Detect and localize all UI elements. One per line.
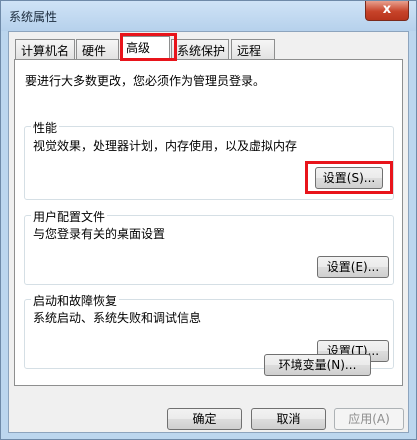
user-profiles-title: 用户配置文件	[31, 208, 108, 225]
tab-hardware[interactable]: 硬件	[76, 39, 119, 59]
admin-notice: 要进行大多数更改，您必须作为管理员登录。	[25, 74, 266, 88]
tab-remote[interactable]: 远程	[231, 39, 275, 59]
startup-recovery-title: 启动和故障恢复	[31, 292, 120, 309]
user-profiles-settings-button[interactable]: 设置(E)...	[317, 256, 389, 278]
environment-variables-button[interactable]: 环境变量(N)...	[264, 354, 371, 376]
title-bar[interactable]: 系统属性	[1, 1, 416, 31]
cancel-button[interactable]: 取消	[251, 408, 326, 430]
performance-settings-button[interactable]: 设置(S)...	[315, 167, 383, 189]
apply-button[interactable]: 应用(A)	[334, 408, 404, 430]
tab-system-protection[interactable]: 系统保护	[171, 39, 229, 59]
tab-advanced[interactable]: 高级	[120, 36, 170, 60]
dialog-client: 计算机名 硬件 高级 系统保护 远程 要进行大多数更改，您必须作为管理员登录。 …	[8, 31, 409, 433]
close-button[interactable]: x	[365, 1, 409, 21]
performance-group: 性能 视觉效果，处理器计划，内存使用，以及虚拟内存 设置(S)...	[24, 119, 394, 200]
performance-title: 性能	[31, 119, 60, 136]
tab-computer-name[interactable]: 计算机名	[15, 39, 75, 59]
user-profiles-description: 与您登录有关的桌面设置	[33, 227, 166, 241]
system-properties-window: 系统属性 x 计算机名 硬件 高级 系统保护 远程 要进行大多数更改，您必须作为…	[0, 0, 417, 440]
performance-description: 视觉效果，处理器计划，内存使用，以及虚拟内存	[33, 139, 298, 153]
user-profiles-group: 用户配置文件 与您登录有关的桌面设置 设置(E)...	[24, 208, 394, 285]
window-title: 系统属性	[9, 10, 58, 24]
ok-button[interactable]: 确定	[167, 408, 242, 430]
startup-recovery-description: 系统启动、系统失败和调试信息	[33, 311, 202, 325]
advanced-panel: 要进行大多数更改，您必须作为管理员登录。 性能 视觉效果，处理器计划，内存使用，…	[14, 59, 403, 386]
